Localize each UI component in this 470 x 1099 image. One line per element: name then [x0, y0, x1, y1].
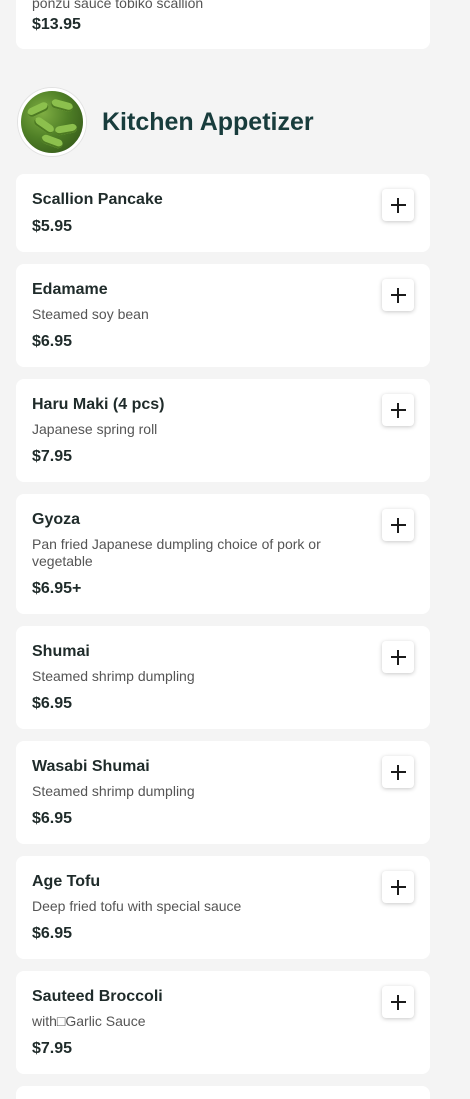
menu-item-card[interactable]: Sauteed Broccoli with□Garlic Sauce $7.95: [16, 971, 430, 1074]
menu-item-card[interactable]: Wasabi Shumai Steamed shrimp dumpling $6…: [16, 741, 430, 844]
plus-icon: [390, 197, 406, 213]
item-price: $5.95: [32, 218, 73, 235]
menu-item-card[interactable]: Age Tofu Deep fried tofu with special sa…: [16, 856, 430, 959]
menu-page: ponzu sauce tobiko scallion $13.95 Kitch…: [0, 0, 470, 1099]
add-item-button[interactable]: [382, 641, 414, 673]
plus-icon: [390, 764, 406, 780]
item-name: Age Tofu: [32, 873, 101, 890]
item-name: Gyoza: [32, 511, 81, 528]
section-title: Kitchen Appetizer: [102, 107, 314, 136]
add-item-button[interactable]: [382, 509, 414, 541]
item-price: $7.95: [32, 1040, 73, 1057]
item-price: $7.95: [32, 448, 73, 465]
item-description: Steamed shrimp dumpling: [32, 668, 195, 684]
item-description: with□Garlic Sauce: [32, 1013, 146, 1029]
item-description: Steamed soy bean: [32, 306, 149, 322]
item-name: Sauteed Broccoli: [32, 988, 163, 1005]
item-price: $6.95: [32, 810, 73, 827]
item-name: Scallion Pancake: [32, 191, 163, 208]
plus-icon: [390, 287, 406, 303]
menu-item-card-partial[interactable]: [16, 1086, 430, 1099]
plus-icon: [390, 649, 406, 665]
add-item-button[interactable]: [382, 756, 414, 788]
item-price: $6.95: [32, 925, 73, 942]
menu-item-card-partial[interactable]: ponzu sauce tobiko scallion $13.95: [16, 0, 430, 49]
add-item-button[interactable]: [382, 279, 414, 311]
item-description: Deep fried tofu with special sauce: [32, 898, 242, 914]
item-price: $6.95: [32, 333, 73, 350]
add-item-button[interactable]: [382, 986, 414, 1018]
item-price: $6.95: [32, 695, 73, 712]
item-price: $13.95: [32, 16, 81, 33]
item-name: Wasabi Shumai: [32, 758, 150, 775]
plus-icon: [390, 879, 406, 895]
item-name: Edamame: [32, 281, 108, 298]
add-item-button[interactable]: [382, 394, 414, 426]
item-description: Pan fried Japanese dumpling choice of po…: [32, 536, 321, 569]
item-price: $6.95+: [32, 580, 82, 597]
item-description: ponzu sauce tobiko scallion: [32, 0, 204, 11]
add-item-button[interactable]: [382, 189, 414, 221]
menu-item-card[interactable]: Edamame Steamed soy bean $6.95: [16, 264, 430, 367]
menu-item-card[interactable]: Gyoza Pan fried Japanese dumpling choice…: [16, 494, 430, 614]
plus-icon: [390, 517, 406, 533]
menu-item-card[interactable]: Scallion Pancake $5.95: [16, 174, 430, 252]
item-description: Japanese spring roll: [32, 421, 158, 437]
section-image: [18, 88, 86, 156]
item-name: Haru Maki (4 pcs): [32, 396, 165, 413]
item-description: Steamed shrimp dumpling: [32, 783, 195, 799]
plus-icon: [390, 402, 406, 418]
menu-item-card[interactable]: Haru Maki (4 pcs) Japanese spring roll $…: [16, 379, 430, 482]
section-header: Kitchen Appetizer: [18, 87, 314, 157]
menu-item-card[interactable]: Shumai Steamed shrimp dumpling $6.95: [16, 626, 430, 729]
add-item-button[interactable]: [382, 871, 414, 903]
item-name: Shumai: [32, 643, 90, 660]
plus-icon: [390, 994, 406, 1010]
